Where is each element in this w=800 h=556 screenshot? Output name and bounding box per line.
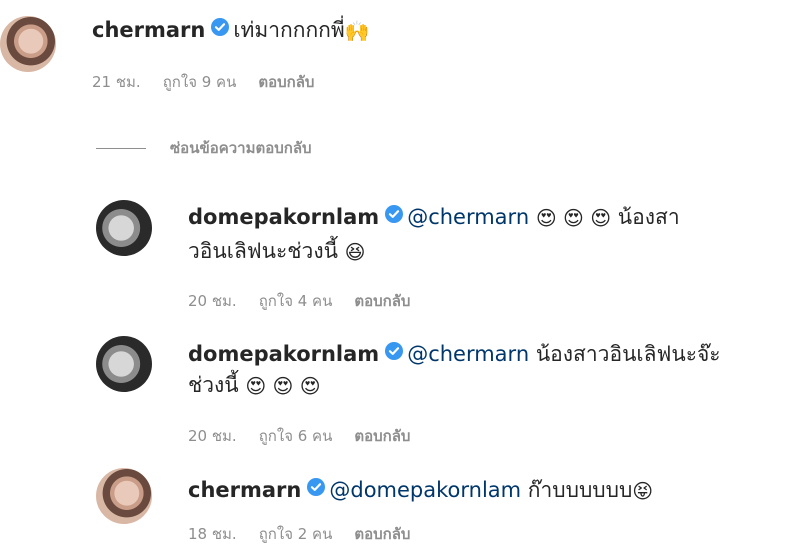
verified-icon	[385, 338, 404, 368]
comment-text: น้องสาวอินเลิฟนะจ๊ะ	[535, 342, 721, 366]
divider	[96, 147, 146, 149]
avatar[interactable]	[96, 336, 152, 392]
comment-text: วอินเลิฟนะช่วงนี้	[188, 239, 338, 263]
comment-text: เท่มากกกกพี่	[233, 18, 345, 42]
timestamp[interactable]: 18 ชม.	[188, 525, 237, 543]
comment-meta: 21 ชม. ถูกใจ 9 คน ตอบกลับ	[92, 70, 336, 94]
verified-icon	[211, 14, 230, 44]
hide-replies-toggle[interactable]: ซ่อนข้อความตอบกลับ	[96, 136, 312, 160]
raised-hands-icon: 🙌	[344, 19, 370, 43]
avatar[interactable]	[96, 468, 152, 524]
comment-meta: 18 ชม. ถูกใจ 2 คน ตอบกลับ	[188, 522, 432, 546]
timestamp[interactable]: 20 ชม.	[188, 292, 237, 310]
comment-line: domepakornlam @chermarn น้องสาวอินเลิฟนะจ…	[188, 338, 721, 372]
comment-line: chermarn @domepakornlam ก๊าบบบบบบ😝	[188, 474, 653, 508]
timestamp[interactable]: 20 ชม.	[188, 427, 237, 445]
reply-button[interactable]: ตอบกลับ	[354, 427, 410, 445]
mention-link[interactable]: @chermarn	[407, 342, 529, 366]
reply-button[interactable]: ตอบกลับ	[354, 525, 410, 543]
comment-meta: 20 ชม. ถูกใจ 4 คน ตอบกลับ	[188, 289, 432, 313]
mention-link[interactable]: @chermarn	[407, 205, 529, 229]
likes-count[interactable]: ถูกใจ 4 คน	[259, 292, 333, 310]
username[interactable]: domepakornlam	[188, 342, 379, 366]
laughing-icon: 😆	[344, 240, 366, 264]
mention-link[interactable]: @domepakornlam	[329, 478, 521, 502]
comment-line: วอินเลิฟนะช่วงนี้ 😆	[188, 236, 366, 266]
comment-text: ช่วงนี้	[188, 373, 239, 397]
verified-icon	[385, 201, 404, 231]
tongue-out-icon: 😝	[632, 479, 654, 503]
reply-button[interactable]: ตอบกลับ	[354, 292, 410, 310]
heart-eyes-icon: 😍 😍 😍	[245, 374, 321, 398]
username[interactable]: domepakornlam	[188, 205, 379, 229]
likes-count[interactable]: ถูกใจ 6 คน	[259, 427, 333, 445]
username[interactable]: chermarn	[188, 478, 301, 502]
comment-text: น้องสา	[617, 205, 680, 229]
username[interactable]: chermarn	[92, 18, 205, 42]
comment-line: chermarn เท่มากกกกพี่🙌	[92, 14, 370, 48]
comment-meta: 20 ชม. ถูกใจ 6 คน ตอบกลับ	[188, 424, 432, 448]
hide-replies-label: ซ่อนข้อความตอบกลับ	[170, 139, 312, 157]
comment-text: ก๊าบบบบบบ	[527, 478, 633, 502]
reply-button[interactable]: ตอบกลับ	[258, 73, 314, 91]
comment-line: ช่วงนี้ 😍 😍 😍	[188, 370, 321, 400]
heart-eyes-icon: 😍 😍 😍	[535, 206, 612, 230]
verified-icon	[307, 474, 326, 504]
avatar[interactable]	[0, 16, 56, 72]
timestamp[interactable]: 21 ชม.	[92, 73, 141, 91]
likes-count[interactable]: ถูกใจ 2 คน	[259, 525, 333, 543]
comment-line: domepakornlam @chermarn 😍 😍 😍 น้องสา	[188, 201, 680, 235]
likes-count[interactable]: ถูกใจ 9 คน	[163, 73, 237, 91]
avatar[interactable]	[96, 200, 152, 256]
